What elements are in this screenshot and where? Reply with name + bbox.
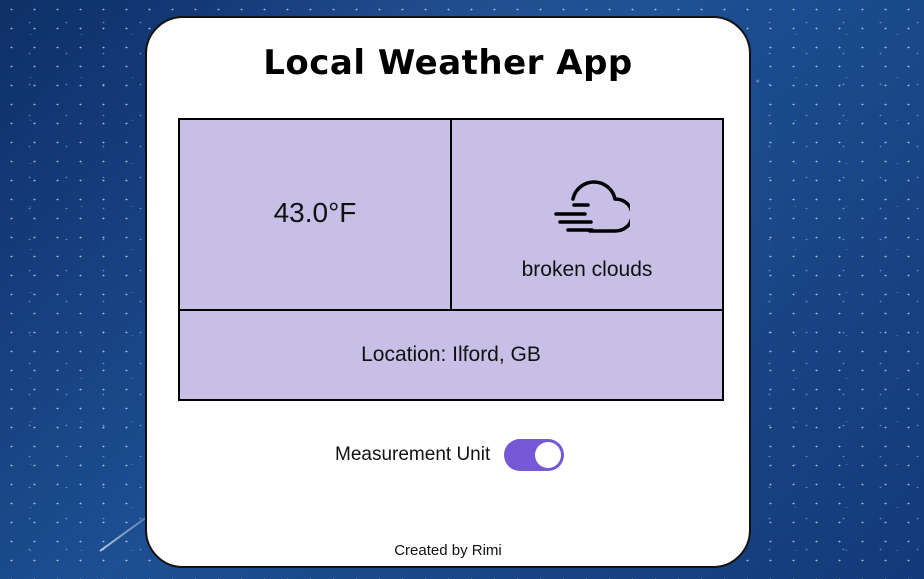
measurement-unit-label: Measurement Unit bbox=[335, 444, 491, 465]
broken-clouds-icon bbox=[554, 180, 630, 233]
location-text: Location: Ilford, GB bbox=[361, 343, 541, 366]
location-cell: Location: Ilford, GB bbox=[180, 311, 722, 399]
measurement-unit-control: Measurement Unit bbox=[335, 438, 565, 472]
app-title: Local Weather App bbox=[263, 43, 633, 83]
toggle-knob[interactable] bbox=[535, 442, 562, 468]
weather-description: broken clouds bbox=[521, 258, 653, 281]
weather-card: Local Weather App 43.0°F broken clouds L… bbox=[145, 16, 751, 568]
temperature-value: 43.0°F bbox=[273, 196, 357, 228]
measurement-unit-toggle[interactable] bbox=[504, 439, 565, 471]
conditions-cell: broken clouds bbox=[452, 120, 722, 311]
footer-credit: Created by Rimi bbox=[394, 542, 502, 559]
weather-panel: 43.0°F broken clouds Location: Ilford, G… bbox=[178, 118, 724, 401]
temperature-cell: 43.0°F bbox=[180, 120, 452, 311]
